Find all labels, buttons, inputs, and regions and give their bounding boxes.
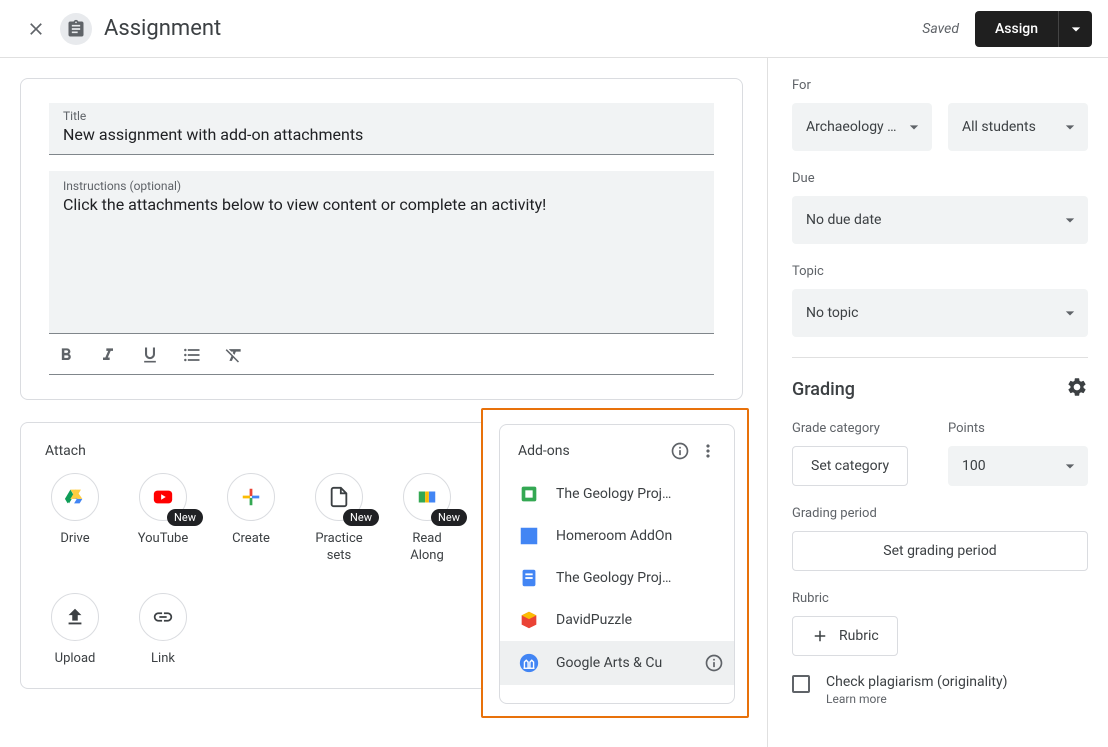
points-label: Points <box>948 421 1088 436</box>
addon-icon <box>518 525 540 547</box>
addons-title: Add-ons <box>518 443 666 459</box>
grade-category-label: Grade category <box>792 421 932 436</box>
clear-format-button[interactable] <box>223 344 245 366</box>
title-label: Title <box>63 109 700 123</box>
attach-practice-sets[interactable]: Practice sets New <box>309 473 369 565</box>
format-toolbar <box>49 334 714 375</box>
new-badge: New <box>167 509 203 526</box>
assignment-type-icon <box>60 13 92 45</box>
addon-item[interactable]: The Geology Proj… <box>500 557 734 599</box>
topic-label: Topic <box>792 264 1088 279</box>
divider <box>792 357 1088 358</box>
grading-period-label: Grading period <box>792 506 1088 521</box>
file-icon <box>328 486 350 508</box>
title-value: New assignment with add-on attachments <box>63 125 700 144</box>
info-icon <box>670 441 690 461</box>
caret-down-icon <box>1060 210 1080 230</box>
link-icon <box>152 606 174 628</box>
bold-button[interactable] <box>55 344 77 366</box>
addons-info-button[interactable] <box>666 437 694 465</box>
bullet-list-button[interactable] <box>181 344 203 366</box>
students-select[interactable]: All students <box>948 103 1088 151</box>
set-grading-period-button[interactable]: Set grading period <box>792 531 1088 571</box>
page-title: Assignment <box>104 16 221 41</box>
addon-icon <box>518 567 540 589</box>
save-status: Saved <box>922 21 959 37</box>
attach-upload[interactable]: Upload <box>45 593 105 668</box>
title-field[interactable]: Title New assignment with add-on attachm… <box>49 103 714 155</box>
read-along-icon <box>416 486 438 508</box>
addons-highlight-box: Add-ons The Geology Proj… Homeroom AddOn <box>481 408 749 718</box>
assign-button-group: Assign <box>975 11 1092 47</box>
plagiarism-label: Check plagiarism (originality) <box>826 674 1007 690</box>
add-rubric-button[interactable]: Rubric <box>792 616 898 656</box>
addon-item[interactable]: Google Arts & Cu <box>500 641 734 685</box>
plagiarism-checkbox[interactable] <box>792 675 810 693</box>
italic-icon <box>98 345 118 365</box>
for-label: For <box>792 78 1088 93</box>
assign-button[interactable]: Assign <box>975 11 1058 47</box>
attach-drive[interactable]: Drive <box>45 473 105 565</box>
due-date-select[interactable]: No due date <box>792 196 1088 244</box>
caret-down-icon <box>1060 303 1080 323</box>
caret-down-icon <box>904 117 924 137</box>
points-select[interactable]: 100 <box>948 446 1088 486</box>
caret-down-icon <box>1060 456 1080 476</box>
new-badge: New <box>431 509 467 526</box>
learn-more-link[interactable]: Learn more <box>826 692 1007 706</box>
new-badge: New <box>343 509 379 526</box>
addon-icon <box>518 652 540 674</box>
class-select[interactable]: Archaeology … <box>792 103 932 151</box>
underline-button[interactable] <box>139 344 161 366</box>
plus-color-icon <box>240 486 262 508</box>
rubric-label: Rubric <box>792 591 1088 606</box>
attach-create[interactable]: Create <box>221 473 281 565</box>
italic-button[interactable] <box>97 344 119 366</box>
addons-panel: Add-ons The Geology Proj… Homeroom AddOn <box>499 424 735 704</box>
upload-icon <box>64 606 86 628</box>
addon-item[interactable]: The Geology Proj… <box>500 473 734 515</box>
grading-heading: Grading <box>792 379 855 400</box>
instructions-label: Instructions (optional) <box>63 179 700 193</box>
due-label: Due <box>792 171 1088 186</box>
topic-select[interactable]: No topic <box>792 289 1088 337</box>
list-icon <box>182 345 202 365</box>
addon-info-button[interactable] <box>702 651 726 675</box>
addon-icon <box>518 483 540 505</box>
plus-icon <box>811 627 829 645</box>
attach-youtube[interactable]: YouTube New <box>133 473 193 565</box>
grading-settings-button[interactable] <box>1066 376 1088 403</box>
set-category-button[interactable]: Set category <box>792 446 908 486</box>
attach-read-along[interactable]: Read Along New <box>397 473 457 565</box>
gear-icon <box>1066 376 1088 398</box>
addons-more-button[interactable] <box>694 437 722 465</box>
drive-icon <box>64 486 86 508</box>
close-button[interactable] <box>16 9 56 49</box>
addon-item[interactable]: Homeroom AddOn <box>500 515 734 557</box>
caret-down-icon <box>1060 117 1080 137</box>
attach-link[interactable]: Link <box>133 593 193 668</box>
youtube-icon <box>152 486 174 508</box>
addon-icon <box>518 609 540 631</box>
clear-format-icon <box>224 345 244 365</box>
more-vert-icon <box>698 441 718 461</box>
info-icon <box>704 653 724 673</box>
instructions-field[interactable]: Instructions (optional) Click the attach… <box>49 171 714 334</box>
bold-icon <box>56 345 76 365</box>
caret-down-icon <box>1066 19 1086 39</box>
addon-item[interactable]: DavidPuzzle <box>500 599 734 641</box>
instructions-value: Click the attachments below to view cont… <box>63 195 700 333</box>
assign-dropdown-button[interactable] <box>1058 11 1092 47</box>
close-icon <box>26 19 46 39</box>
underline-icon <box>140 345 160 365</box>
